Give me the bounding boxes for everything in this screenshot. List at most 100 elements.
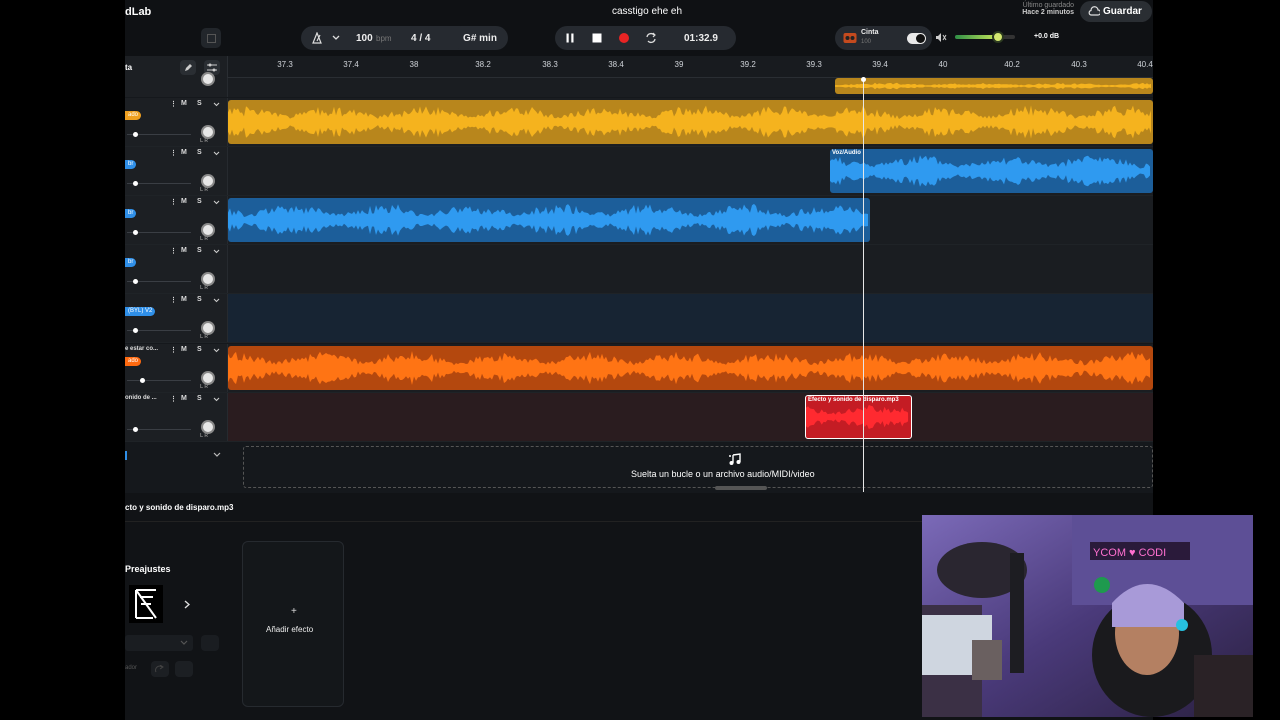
audio-clip[interactable]: Voz/Audio xyxy=(830,149,1153,193)
chevron-down-icon[interactable] xyxy=(213,102,220,107)
mute-button[interactable]: M xyxy=(181,395,187,402)
track-lane[interactable] xyxy=(228,245,1153,293)
audio-clip[interactable]: Efecto y sonido de disparo.mp3 xyxy=(805,395,912,439)
add-track-row[interactable] xyxy=(125,443,228,467)
metronome-icon[interactable] xyxy=(311,32,323,44)
mute-button[interactable]: M xyxy=(181,296,187,303)
more-button[interactable] xyxy=(175,661,193,677)
track-menu-icon[interactable]: ⋮ xyxy=(170,346,177,354)
pan-knob[interactable] xyxy=(201,72,215,86)
track-lane[interactable] xyxy=(228,344,1153,392)
solo-button[interactable]: S xyxy=(197,346,202,353)
record-icon[interactable] xyxy=(618,32,630,44)
track-lane[interactable]: Efecto y sonido de disparo.mp3 xyxy=(228,393,1153,441)
track-header[interactable]: ⋮ M Sbr L R xyxy=(125,245,228,293)
preset-thumbnail[interactable] xyxy=(129,585,163,623)
track-header[interactable]: ⋮ M Sbr L R xyxy=(125,196,228,244)
chevron-down-icon[interactable] xyxy=(213,452,221,458)
volume-slider-thumb[interactable] xyxy=(133,427,138,432)
playhead-handle[interactable] xyxy=(861,77,866,82)
volume-slider[interactable] xyxy=(127,328,191,333)
track-menu-icon[interactable]: ⋮ xyxy=(170,149,177,157)
mute-button[interactable]: M xyxy=(181,149,187,156)
track-menu-icon[interactable]: ⋮ xyxy=(170,296,177,304)
volume-slider-thumb[interactable] xyxy=(133,230,138,235)
audio-clip[interactable] xyxy=(835,78,1153,94)
key-selector[interactable]: G# min xyxy=(452,26,508,50)
pan-knob[interactable] xyxy=(201,371,215,385)
chevron-down-icon[interactable] xyxy=(213,397,220,402)
track-lane[interactable] xyxy=(228,78,1153,97)
volume-slider[interactable] xyxy=(127,427,191,432)
solo-button[interactable]: S xyxy=(197,395,202,402)
volume-slider[interactable] xyxy=(127,230,191,235)
chevron-down-icon[interactable] xyxy=(213,200,220,205)
chevron-down-icon[interactable] xyxy=(332,35,340,41)
pan-knob[interactable] xyxy=(201,272,215,286)
track-header[interactable]: ⋮ M Sbr L R xyxy=(125,147,228,195)
fx-button[interactable] xyxy=(201,635,219,651)
share-button[interactable] xyxy=(151,661,169,677)
track-lane[interactable] xyxy=(228,98,1153,146)
pan-knob[interactable] xyxy=(201,223,215,237)
audio-clip[interactable] xyxy=(228,100,876,144)
solo-button[interactable]: S xyxy=(197,100,202,107)
playhead[interactable] xyxy=(861,77,866,492)
track-lane[interactable]: Voz/Audio xyxy=(228,147,1153,195)
volume-slider-thumb[interactable] xyxy=(133,328,138,333)
track-lane[interactable] xyxy=(228,294,1153,342)
chevron-right-icon[interactable] xyxy=(184,600,190,609)
volume-slider[interactable] xyxy=(127,378,191,383)
pan-knob[interactable] xyxy=(201,321,215,335)
pan-knob[interactable] xyxy=(201,420,215,434)
timeline-ruler[interactable]: 37.3 37.4 38 38.2 38.3 38.4 39 39.2 39.3 39.4 40 40… xyxy=(228,56,1153,78)
volume-track[interactable] xyxy=(955,31,1015,43)
track-menu-icon[interactable]: ⋮ xyxy=(170,395,177,403)
mute-button[interactable]: M xyxy=(181,100,187,107)
audio-clip[interactable] xyxy=(228,198,870,242)
solo-button[interactable]: S xyxy=(197,198,202,205)
volume-slider-thumb[interactable] xyxy=(140,378,145,383)
pause-icon[interactable] xyxy=(565,33,575,43)
mute-button[interactable]: M xyxy=(181,346,187,353)
audio-clip[interactable] xyxy=(228,346,1153,390)
track-header[interactable] xyxy=(125,72,228,97)
chevron-down-icon[interactable] xyxy=(213,151,220,156)
volume-slider-thumb[interactable] xyxy=(133,132,138,137)
loop-icon[interactable] xyxy=(645,32,657,44)
pan-knob[interactable] xyxy=(201,174,215,188)
solo-button[interactable]: S xyxy=(197,247,202,254)
track-header[interactable]: onido de ... ⋮ M S L R xyxy=(125,393,228,441)
chevron-down-icon[interactable] xyxy=(213,298,220,303)
preset-dropdown[interactable] xyxy=(125,635,193,651)
track-header[interactable]: ⋮ M S (BYL) V2 L R xyxy=(125,294,228,342)
track-header[interactable]: e estar co... ⋮ M Sado L R xyxy=(125,344,228,392)
track-menu-icon[interactable]: ⋮ xyxy=(170,100,177,108)
volume-slider-thumb[interactable] xyxy=(133,279,138,284)
stop-icon[interactable] xyxy=(592,33,602,43)
volume-slider[interactable] xyxy=(127,132,191,137)
track-header[interactable]: ⋮ M Sado L R xyxy=(125,98,228,146)
audio-clip[interactable] xyxy=(835,100,1153,144)
mute-button[interactable]: M xyxy=(181,247,187,254)
solo-button[interactable]: S xyxy=(197,296,202,303)
pan-knob[interactable] xyxy=(201,125,215,139)
track-menu-icon[interactable]: ⋮ xyxy=(170,198,177,206)
track-lane[interactable] xyxy=(228,196,1153,244)
tempo-value[interactable]: 100 xyxy=(356,33,373,44)
add-effect-card[interactable]: + Añadir efecto xyxy=(242,541,344,707)
save-button[interactable]: Guardar xyxy=(1080,1,1152,22)
chevron-down-icon[interactable] xyxy=(213,348,220,353)
volume-slider[interactable] xyxy=(127,279,191,284)
tape-toggle[interactable] xyxy=(907,33,926,44)
volume-slider-thumb[interactable] xyxy=(133,181,138,186)
volume-knob[interactable] xyxy=(992,31,1005,43)
solo-button[interactable]: S xyxy=(197,149,202,156)
track-menu-icon[interactable]: ⋮ xyxy=(170,247,177,255)
mute-button[interactable]: M xyxy=(181,198,187,205)
chevron-down-icon[interactable] xyxy=(213,249,220,254)
speaker-icon[interactable] xyxy=(935,32,947,43)
horizontal-scrollbar[interactable] xyxy=(715,486,767,490)
grid-button[interactable] xyxy=(201,28,221,48)
project-title[interactable]: casstigo ehe eh xyxy=(612,6,682,17)
